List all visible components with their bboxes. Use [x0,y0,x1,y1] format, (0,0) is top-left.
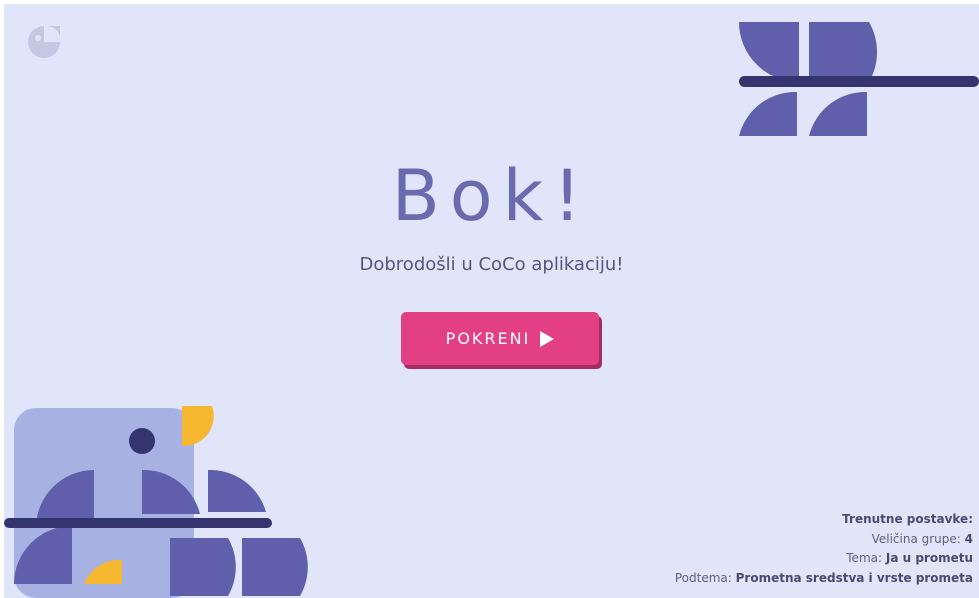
page-title: Bok! [391,155,592,237]
group-size-row: Veličina grupe: 4 [675,530,973,550]
bird-with-branch-icon [4,406,308,598]
coco-logo-icon [28,26,60,58]
subtopic-row: Podtema: Prometna sredstva i vrste prome… [675,569,973,589]
start-button[interactable]: POKRENI [401,312,599,365]
topic-row: Tema: Ja u prometu [675,549,973,569]
group-size-label: Veličina grupe: [871,531,961,546]
welcome-screen: Bok! Dobrodošli u CoCo aplikaciju! POKRE… [4,4,979,598]
subtopic-label: Podtema: [674,570,732,585]
current-settings-panel: Trenutne postavke: Veličina grupe: 4 Tem… [675,510,973,588]
topic-value: Ja u prometu [885,551,973,565]
settings-heading: Trenutne postavke: [842,512,973,526]
topic-label: Tema: [846,551,883,565]
start-button-label: POKRENI [445,329,531,348]
welcome-subtitle: Dobrodošli u CoCo aplikaciju! [359,254,624,275]
branch-leaves-top-icon [739,22,979,136]
play-icon [540,331,555,347]
subtopic-value: Prometna sredstva i vrste prometa [735,570,973,585]
group-size-value: 4 [964,531,973,546]
